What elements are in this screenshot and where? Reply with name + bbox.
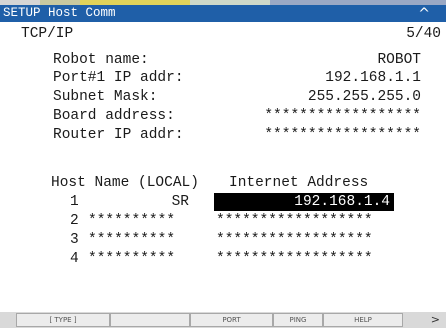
host-row-number: 4 — [70, 251, 79, 267]
field-value-router-ip[interactable]: ****************** — [264, 126, 421, 144]
page-indicator: 5/40 — [406, 26, 441, 42]
next-page-arrow-icon[interactable]: > — [431, 312, 440, 328]
f3-port-key[interactable]: PORT — [190, 313, 273, 327]
host-row-address-selected[interactable]: 192.168.1.4 — [214, 193, 394, 211]
host-row-number: 2 — [70, 213, 79, 229]
protocol-label: TCP/IP — [21, 26, 74, 42]
f2-blank-key[interactable] — [110, 313, 190, 327]
field-label-robot-name: Robot name: — [53, 52, 149, 68]
setup-screen: TCP/IP 5/40 Robot name: ROBOT Port#1 IP … — [0, 22, 446, 312]
field-label-subnet-mask: Subnet Mask: — [53, 89, 158, 105]
field-value-port1-ip[interactable]: 192.168.1.1 — [325, 69, 421, 87]
host-name-column-header: Host Name (LOCAL) — [51, 175, 199, 191]
host-row-name[interactable]: ********** — [88, 212, 175, 230]
host-row-name[interactable]: ********** — [88, 231, 175, 249]
host-row-address[interactable]: ****************** — [216, 250, 373, 268]
field-label-board-address: Board address: — [53, 108, 175, 124]
function-key-bar: [ TYPE ] PORT PING HELP > — [0, 312, 446, 328]
host-row-number: 3 — [70, 232, 79, 248]
host-row-number: 1 — [70, 194, 79, 210]
f1-type-key[interactable]: [ TYPE ] — [16, 313, 110, 327]
f4-ping-key[interactable]: PING — [273, 313, 323, 327]
host-row-address[interactable]: ****************** — [216, 212, 373, 230]
field-value-board-address[interactable]: ****************** — [264, 107, 421, 125]
field-value-subnet-mask[interactable]: 255.255.255.0 — [308, 88, 421, 106]
field-label-router-ip: Router IP addr: — [53, 127, 184, 143]
screen-title: SETUP Host Comm — [3, 6, 116, 20]
f5-help-key[interactable]: HELP — [323, 313, 403, 327]
field-value-robot-name[interactable]: ROBOT — [377, 51, 421, 69]
title-bar: SETUP Host Comm ^ — [0, 5, 446, 22]
field-label-port1-ip: Port#1 IP addr: — [53, 70, 184, 86]
host-row-address[interactable]: ****************** — [216, 231, 373, 249]
host-row-name[interactable]: SR — [172, 193, 189, 211]
internet-address-column-header: Internet Address — [229, 175, 369, 191]
host-row-name[interactable]: ********** — [88, 250, 175, 268]
